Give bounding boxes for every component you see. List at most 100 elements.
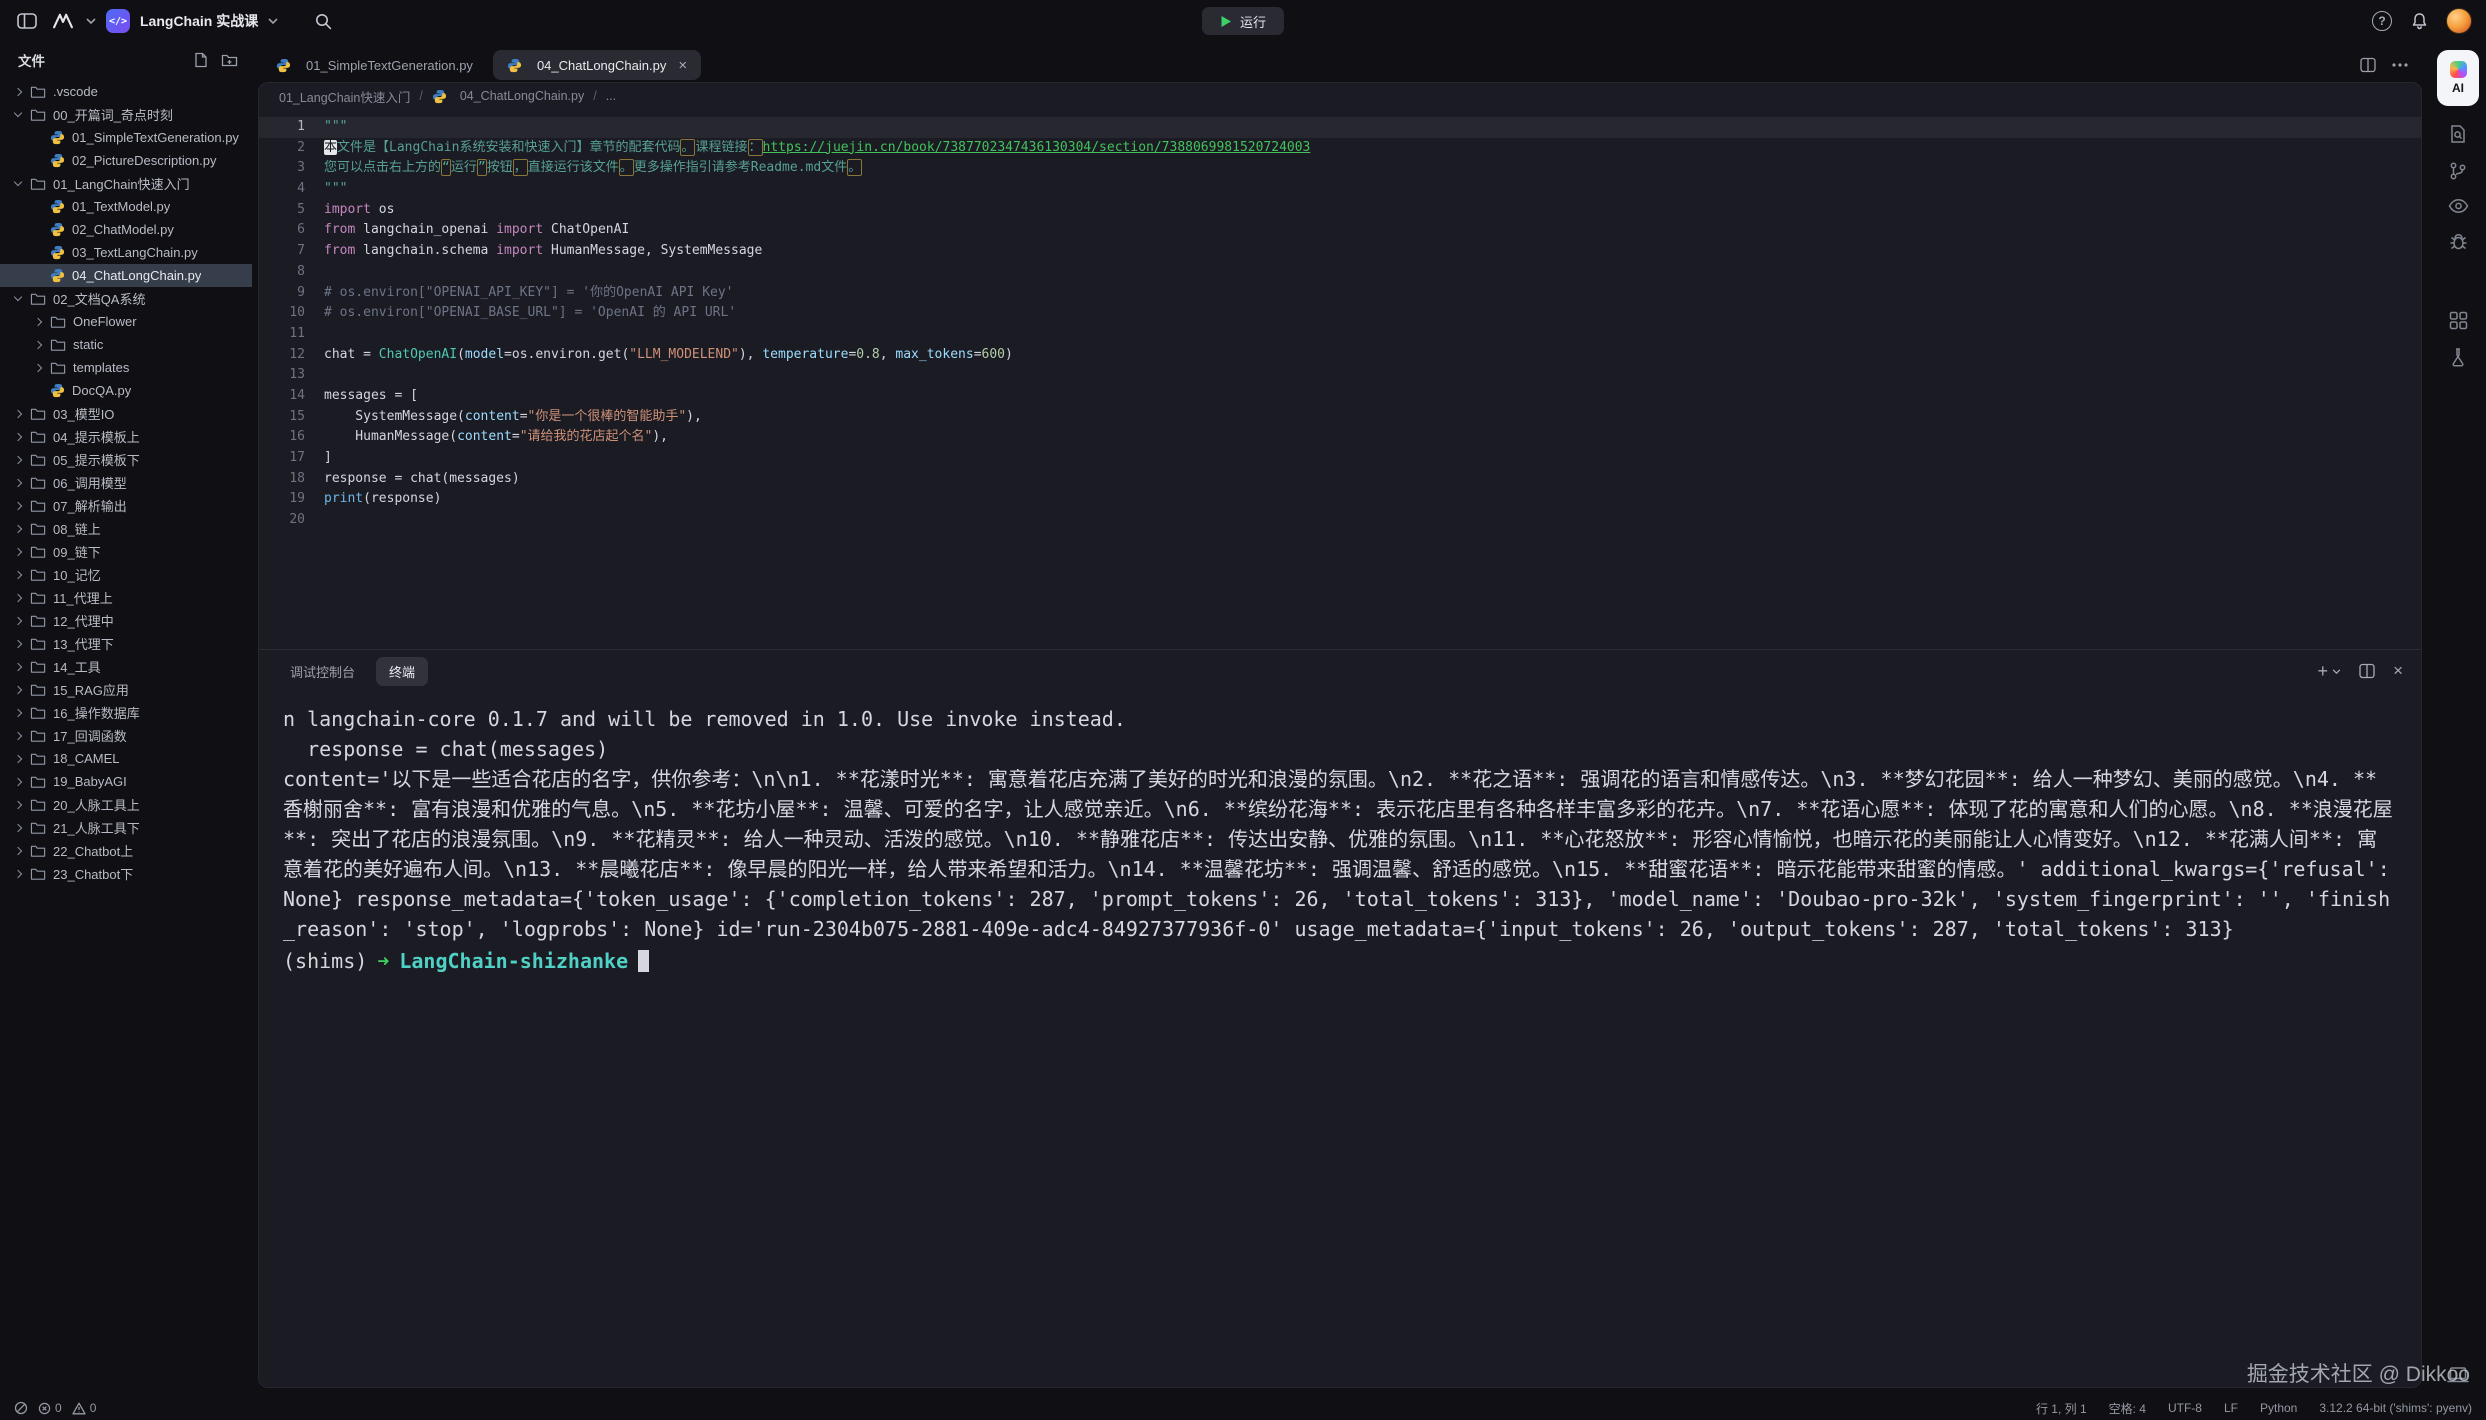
code-line[interactable]: 19print(response) <box>259 489 2421 510</box>
tree-item[interactable]: DocQA.py <box>0 379 252 402</box>
tree-item[interactable]: 02_ChatModel.py <box>0 218 252 241</box>
split-editor-icon[interactable] <box>2360 57 2376 73</box>
tree-item[interactable]: 03_TextLangChain.py <box>0 241 252 264</box>
line-number[interactable]: 2 <box>259 138 305 159</box>
tree-item[interactable]: 04_ChatLongChain.py <box>0 264 252 287</box>
tree-item[interactable]: 11_代理上 <box>0 586 252 609</box>
line-number[interactable]: 17 <box>259 448 305 469</box>
tree-item[interactable]: 15_RAG应用 <box>0 678 252 701</box>
more-icon[interactable] <box>2392 63 2408 67</box>
tree-item[interactable]: 10_记忆 <box>0 563 252 586</box>
code-line[interactable]: 11 <box>259 324 2421 345</box>
line-number[interactable]: 8 <box>259 262 305 283</box>
line-number[interactable]: 6 <box>259 220 305 241</box>
panel-tab[interactable]: 终端 <box>376 657 428 686</box>
tree-item[interactable]: 01_LangChain快速入门 <box>0 172 252 195</box>
tree-item[interactable]: 20_人脉工具上 <box>0 793 252 816</box>
language-mode[interactable]: Python <box>2260 1401 2297 1415</box>
code-line[interactable]: 20 <box>259 510 2421 531</box>
tree-item[interactable]: 16_操作数据库 <box>0 701 252 724</box>
code-line[interactable]: 8 <box>259 262 2421 283</box>
breadcrumb-item[interactable]: 01_LangChain快速入门 <box>279 87 410 106</box>
tree-item[interactable]: 14_工具 <box>0 655 252 678</box>
tree-item[interactable]: 23_Chatbot下 <box>0 862 252 885</box>
code-line[interactable]: 1""" <box>259 117 2421 138</box>
split-terminal-icon[interactable] <box>2359 663 2375 679</box>
code-line[interactable]: 4""" <box>259 179 2421 200</box>
tree-item[interactable]: 08_链上 <box>0 517 252 540</box>
file-search-icon[interactable] <box>2448 124 2468 144</box>
line-number[interactable]: 14 <box>259 386 305 407</box>
bell-icon[interactable] <box>2406 8 2432 34</box>
line-number[interactable]: 19 <box>259 489 305 510</box>
source-control-icon[interactable] <box>2448 161 2468 181</box>
run-button[interactable]: 运行 <box>1202 7 1284 35</box>
line-number[interactable]: 9 <box>259 283 305 304</box>
ai-button[interactable]: AI <box>2437 50 2479 106</box>
code-line[interactable]: 14messages = [ <box>259 386 2421 407</box>
code-line[interactable]: 7from langchain.schema import HumanMessa… <box>259 241 2421 262</box>
tree-item[interactable]: 19_BabyAGI <box>0 770 252 793</box>
code-line[interactable]: 13 <box>259 365 2421 386</box>
breadcrumb[interactable]: 01_LangChain快速入门/04_ChatLongChain.py/... <box>259 83 2421 109</box>
tree-item[interactable]: 01_TextModel.py <box>0 195 252 218</box>
line-number[interactable]: 10 <box>259 303 305 324</box>
tree-item[interactable]: 07_解析输出 <box>0 494 252 517</box>
breadcrumb-item[interactable]: 04_ChatLongChain.py <box>432 89 584 104</box>
problems-indicator[interactable]: 0 0 <box>38 1401 96 1415</box>
eol[interactable]: LF <box>2224 1401 2238 1415</box>
tree-item[interactable]: 05_提示模板下 <box>0 448 252 471</box>
tree-item[interactable]: 03_模型IO <box>0 402 252 425</box>
eye-icon[interactable] <box>2448 198 2469 214</box>
code-line[interactable]: 17] <box>259 448 2421 469</box>
code-line[interactable]: 16 HumanMessage(content="请给我的花店起个名"), <box>259 427 2421 448</box>
new-file-icon[interactable] <box>193 52 209 68</box>
line-number[interactable]: 3 <box>259 158 305 179</box>
logo-mark[interactable] <box>50 8 76 34</box>
search-icon[interactable] <box>310 8 336 34</box>
remote-icon[interactable] <box>14 1401 28 1415</box>
tree-item[interactable]: 13_代理下 <box>0 632 252 655</box>
code-line[interactable]: 9# os.environ["OPENAI_API_KEY"] = '你的Ope… <box>259 283 2421 304</box>
encoding[interactable]: UTF-8 <box>2168 1401 2202 1415</box>
code-line[interactable]: 12chat = ChatOpenAI(model=os.environ.get… <box>259 345 2421 366</box>
code-line[interactable]: 18response = chat(messages) <box>259 469 2421 490</box>
line-number[interactable]: 11 <box>259 324 305 345</box>
tree-item[interactable]: 01_SimpleTextGeneration.py <box>0 126 252 149</box>
tree-item[interactable]: static <box>0 333 252 356</box>
tree-item[interactable]: 06_调用模型 <box>0 471 252 494</box>
line-number[interactable]: 15 <box>259 407 305 428</box>
new-terminal-icon[interactable]: + <box>2318 662 2342 680</box>
grid-icon[interactable] <box>2449 311 2468 330</box>
code-line[interactable]: 10# os.environ["OPENAI_BASE_URL"] = 'Ope… <box>259 303 2421 324</box>
tree-item[interactable]: 22_Chatbot上 <box>0 839 252 862</box>
avatar[interactable] <box>2446 8 2472 34</box>
python-interpreter[interactable]: 3.12.2 64-bit ('shims': pyenv) <box>2319 1401 2472 1415</box>
code-line[interactable]: 3您可以点击右上方的“运行”按钮，直接运行该文件。更多操作指引请参考Readme… <box>259 158 2421 179</box>
line-number[interactable]: 1 <box>259 117 305 138</box>
line-number[interactable]: 5 <box>259 200 305 221</box>
code-line[interactable]: 15 SystemMessage(content="你是一个很棒的智能助手"), <box>259 407 2421 428</box>
new-folder-icon[interactable] <box>221 53 238 68</box>
code-line[interactable]: 2本文件是【LangChain系统安装和快速入门】章节的配套代码。课程链接：ht… <box>259 138 2421 159</box>
code-editor[interactable]: 1"""2本文件是【LangChain系统安装和快速入门】章节的配套代码。课程链… <box>259 109 2421 649</box>
tree-item[interactable]: 17_回调函数 <box>0 724 252 747</box>
line-number[interactable]: 20 <box>259 510 305 531</box>
close-panel-icon[interactable]: × <box>2393 661 2403 681</box>
tree-item[interactable]: 12_代理中 <box>0 609 252 632</box>
tree-item[interactable]: OneFlower <box>0 310 252 333</box>
sidebar-toggle-icon[interactable] <box>14 8 40 34</box>
line-number[interactable]: 16 <box>259 427 305 448</box>
tree-item[interactable]: 02_PictureDescription.py <box>0 149 252 172</box>
tree-item[interactable]: .vscode <box>0 80 252 103</box>
line-number[interactable]: 4 <box>259 179 305 200</box>
chevron-down-icon[interactable] <box>86 18 96 24</box>
panel-tab[interactable]: 调试控制台 <box>277 657 368 686</box>
cursor-position[interactable]: 行 1, 列 1 <box>2036 1400 2087 1417</box>
tree-item[interactable]: 18_CAMEL <box>0 747 252 770</box>
line-number[interactable]: 7 <box>259 241 305 262</box>
chevron-down-icon[interactable] <box>268 18 278 24</box>
tree-item[interactable]: 02_文档QA系统 <box>0 287 252 310</box>
line-number[interactable]: 13 <box>259 365 305 386</box>
help-icon[interactable]: ? <box>2372 11 2392 31</box>
